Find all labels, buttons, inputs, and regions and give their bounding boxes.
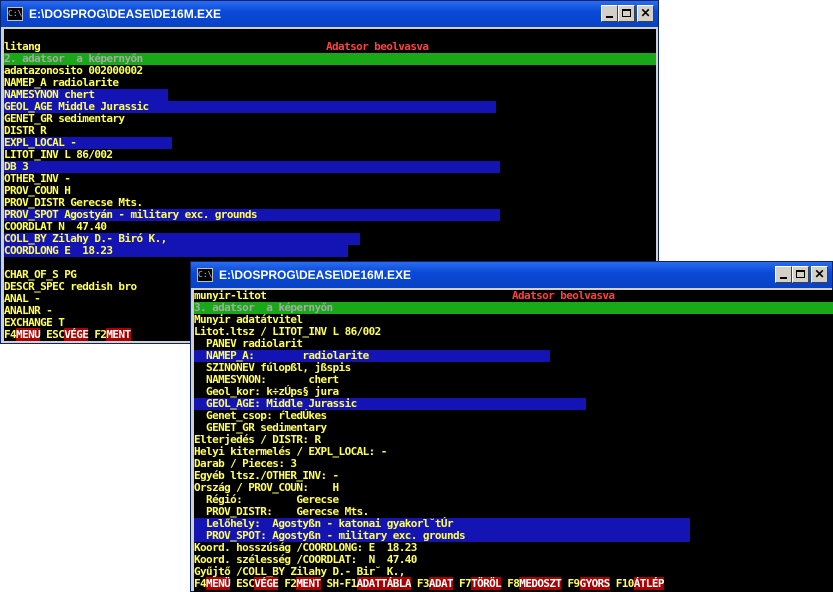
fkey-key[interactable]: F7 — [453, 577, 472, 590]
close-icon: ✕ — [814, 267, 825, 281]
minimize-icon — [606, 16, 613, 18]
console-icon[interactable]: C:\ — [197, 268, 213, 282]
close-button[interactable]: ✕ — [811, 266, 828, 283]
title-bar[interactable]: C:\ E:\DOSPROG\DEASE\DE16M.EXE ✕ — [191, 262, 832, 288]
fkey-label[interactable]: VÉGE — [64, 328, 89, 341]
record-field-line[interactable]: COORDLONG E 18.23 — [4, 245, 113, 257]
field-highlight — [4, 161, 500, 173]
function-key-bar: F4MENÜ ESCVÉGE F2MENT SH-F1ADATTÁBLA F3A… — [194, 577, 833, 590]
window-title: E:\DOSPROG\DEASE\DE16M.EXE — [219, 268, 412, 282]
maximize-icon — [796, 270, 805, 278]
maximize-button[interactable] — [792, 266, 809, 283]
fkey-key[interactable]: F9 — [561, 577, 580, 590]
console-screen[interactable]: munyir-litot Adatsor beolvasva 3. adatso… — [194, 290, 833, 592]
fkey-key[interactable]: ESC — [40, 328, 65, 341]
fkey-label[interactable]: GYORS — [579, 577, 610, 590]
fkey-key[interactable]: F2 — [278, 577, 297, 590]
screen-header-status: Adatsor beolvasva — [326, 40, 429, 53]
console-window-2[interactable]: C:\ E:\DOSPROG\DEASE\DE16M.EXE ✕ munyir-… — [190, 261, 833, 592]
fkey-label[interactable]: ADATTÁBLA — [356, 577, 411, 590]
fkey-key[interactable]: F2 — [88, 328, 107, 341]
fkey-key[interactable]: F8 — [501, 577, 520, 590]
fkey-label[interactable]: MENU — [16, 328, 41, 341]
maximize-button[interactable] — [618, 5, 635, 22]
fkey-label[interactable]: MENÜ — [206, 577, 231, 590]
fkey-key[interactable]: F3 — [411, 577, 430, 590]
title-bar[interactable]: C:\ E:\DOSPROG\DEASE\DE16M.EXE ✕ — [1, 1, 658, 27]
fkey-key[interactable]: SH-F1 — [321, 577, 358, 590]
fkey-key[interactable]: F4 — [194, 577, 207, 590]
window-title: E:\DOSPROG\DEASE\DE16M.EXE — [29, 7, 222, 21]
fkey-label[interactable]: ADAT — [428, 577, 454, 590]
fkey-key[interactable]: ESC — [230, 577, 255, 590]
maximize-icon — [622, 9, 631, 17]
fkey-key[interactable]: F4 — [4, 328, 17, 341]
minimize-button[interactable] — [775, 266, 792, 283]
fkey-label[interactable]: VÉGE — [254, 577, 279, 590]
fkey-label[interactable]: MENT — [296, 577, 321, 590]
screen-header-status: Adatsor beolvasva — [512, 290, 615, 302]
fkey-label[interactable]: ÁTLÉP — [633, 577, 664, 590]
minimize-button[interactable] — [601, 5, 618, 22]
fkey-label[interactable]: TÖRÖL — [471, 577, 502, 590]
console-icon[interactable]: C:\ — [7, 7, 23, 21]
close-button[interactable]: ✕ — [637, 5, 654, 22]
fkey-key[interactable]: F10 — [610, 577, 635, 590]
close-icon: ✕ — [640, 6, 651, 20]
minimize-icon — [780, 277, 787, 279]
fkey-label[interactable]: MEDOSZT — [519, 577, 562, 590]
fkey-label[interactable]: MENT — [106, 328, 131, 341]
